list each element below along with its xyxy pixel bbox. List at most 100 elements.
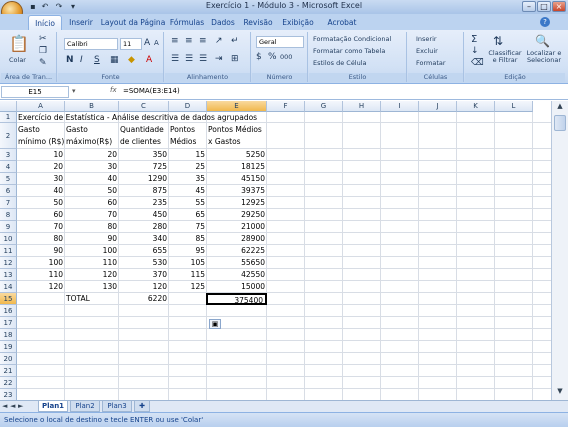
data-cell[interactable]: 10	[18, 149, 63, 161]
data-cell[interactable]: 40	[18, 185, 63, 197]
data-cell[interactable]: 21000	[208, 221, 265, 233]
data-cell[interactable]: 50	[66, 185, 117, 197]
next-sheet-icon[interactable]: ►	[18, 402, 23, 410]
column-header[interactable]: J	[419, 101, 457, 112]
row-header[interactable]: 6	[0, 185, 17, 197]
data-cell[interactable]: 530	[120, 257, 167, 269]
row-header[interactable]: 22	[0, 377, 17, 389]
copy-icon[interactable]: ❐	[39, 46, 47, 56]
data-cell[interactable]: 125	[170, 281, 205, 293]
data-cell[interactable]: 80	[18, 233, 63, 245]
data-cell[interactable]: 115	[170, 269, 205, 281]
data-cell[interactable]: 29250	[208, 209, 265, 221]
data-cell[interactable]: 340	[120, 233, 167, 245]
borders-icon[interactable]: ▦	[110, 55, 119, 65]
tab-acrobat[interactable]: Acrobat	[322, 15, 362, 30]
data-cell[interactable]: 110	[66, 257, 117, 269]
data-cell[interactable]: 90	[66, 233, 117, 245]
paste-icon[interactable]: 📋	[7, 34, 31, 54]
row-header[interactable]: 12	[0, 257, 17, 269]
sheet-tab-plan3[interactable]: Plan3	[102, 401, 132, 412]
data-cell[interactable]: 80	[66, 221, 117, 233]
undo-icon[interactable]: ↶	[40, 2, 50, 12]
format-cells-button[interactable]: Formatar	[416, 59, 446, 67]
column-header[interactable]: C	[119, 101, 169, 112]
header-cell[interactable]: Pontos Médios x Gastos	[208, 124, 266, 148]
sheet-tab-plan1[interactable]: Plan1	[38, 401, 68, 412]
row-header[interactable]: 1	[0, 112, 17, 123]
conditional-format-button[interactable]: Formatação Condicional	[313, 35, 391, 43]
row-header[interactable]: 9	[0, 221, 17, 233]
column-header[interactable]: H	[343, 101, 381, 112]
scroll-down-icon[interactable]: ▼	[554, 387, 566, 397]
row-header[interactable]: 17	[0, 317, 17, 329]
data-cell[interactable]: 450	[120, 209, 167, 221]
merge-icon[interactable]: ⊞	[231, 54, 239, 64]
data-cell[interactable]: 30	[18, 173, 63, 185]
align-center-icon[interactable]: ☰	[185, 54, 193, 64]
data-cell[interactable]: 35	[170, 173, 205, 185]
data-cell[interactable]: 62225	[208, 245, 265, 257]
data-cell[interactable]: 39375	[208, 185, 265, 197]
insert-cells-button[interactable]: Inserir	[416, 35, 437, 43]
italic-button[interactable]: I	[80, 55, 83, 65]
data-cell[interactable]: 20	[66, 149, 117, 161]
data-cell[interactable]: 60	[66, 197, 117, 209]
fill-color-icon[interactable]: ◆	[128, 55, 135, 65]
column-header[interactable]: G	[305, 101, 343, 112]
data-cell[interactable]: 370	[120, 269, 167, 281]
data-cell[interactable]: 45150	[208, 173, 265, 185]
column-header[interactable]: K	[457, 101, 495, 112]
row-header[interactable]: 7	[0, 197, 17, 209]
header-cell[interactable]: Gasto mínimo (R$)	[18, 124, 64, 148]
row-header[interactable]: 2	[0, 123, 17, 149]
maximize-button[interactable]: □	[537, 1, 551, 12]
align-middle-icon[interactable]: ≡	[185, 36, 193, 46]
data-cell[interactable]: 50	[18, 197, 63, 209]
number-format-select[interactable]: Geral	[256, 36, 304, 48]
scroll-thumb[interactable]	[554, 115, 566, 131]
data-cell[interactable]: 30	[66, 161, 117, 173]
row-header[interactable]: 19	[0, 341, 17, 353]
row-header[interactable]: 14	[0, 281, 17, 293]
data-cell[interactable]: 280	[120, 221, 167, 233]
column-header[interactable]: I	[381, 101, 419, 112]
row-header[interactable]: 4	[0, 161, 17, 173]
close-button[interactable]: ×	[552, 1, 566, 12]
header-cell[interactable]: Gasto máximo(R$)	[66, 124, 118, 148]
cut-icon[interactable]: ✂	[39, 34, 47, 44]
data-cell[interactable]: 55650	[208, 257, 265, 269]
total-clients-cell[interactable]: 6220	[120, 293, 167, 305]
delete-cells-button[interactable]: Excluir	[416, 47, 438, 55]
data-cell[interactable]: 75	[170, 221, 205, 233]
help-icon[interactable]: ?	[540, 17, 550, 27]
tab-inserir[interactable]: Inserir	[64, 15, 98, 30]
cell-styles-button[interactable]: Estilos de Célula	[313, 59, 367, 67]
data-cell[interactable]: 90	[18, 245, 63, 257]
row-header[interactable]: 15	[0, 293, 17, 305]
data-cell[interactable]: 70	[18, 221, 63, 233]
data-cell[interactable]: 120	[18, 281, 63, 293]
wrap-text-icon[interactable]: ↵	[231, 36, 239, 46]
format-painter-icon[interactable]: ✎	[39, 58, 47, 68]
align-top-icon[interactable]: ≡	[171, 36, 179, 46]
header-cell[interactable]: Pontos Médios	[170, 124, 206, 148]
data-cell[interactable]: 15000	[208, 281, 265, 293]
data-cell[interactable]: 85	[170, 233, 205, 245]
data-cell[interactable]: 15	[170, 149, 205, 161]
data-cell[interactable]: 100	[66, 245, 117, 257]
currency-icon[interactable]: $	[256, 52, 262, 62]
data-cell[interactable]: 55	[170, 197, 205, 209]
grow-font-icon[interactable]: A	[144, 38, 150, 48]
shrink-font-icon[interactable]: A	[154, 39, 159, 47]
tab-inicio[interactable]: Início	[28, 15, 62, 30]
select-all-corner[interactable]	[0, 101, 17, 112]
format-table-button[interactable]: Formatar como Tabela	[313, 47, 385, 55]
save-icon[interactable]: ▪	[28, 2, 38, 12]
fill-icon[interactable]: ↓	[471, 46, 479, 56]
data-cell[interactable]: 40	[66, 173, 117, 185]
minimize-button[interactable]: –	[522, 1, 536, 12]
align-right-icon[interactable]: ☰	[199, 54, 207, 64]
name-box[interactable]: E15	[1, 86, 69, 98]
header-cell[interactable]: Quantidade de clientes	[120, 124, 168, 148]
